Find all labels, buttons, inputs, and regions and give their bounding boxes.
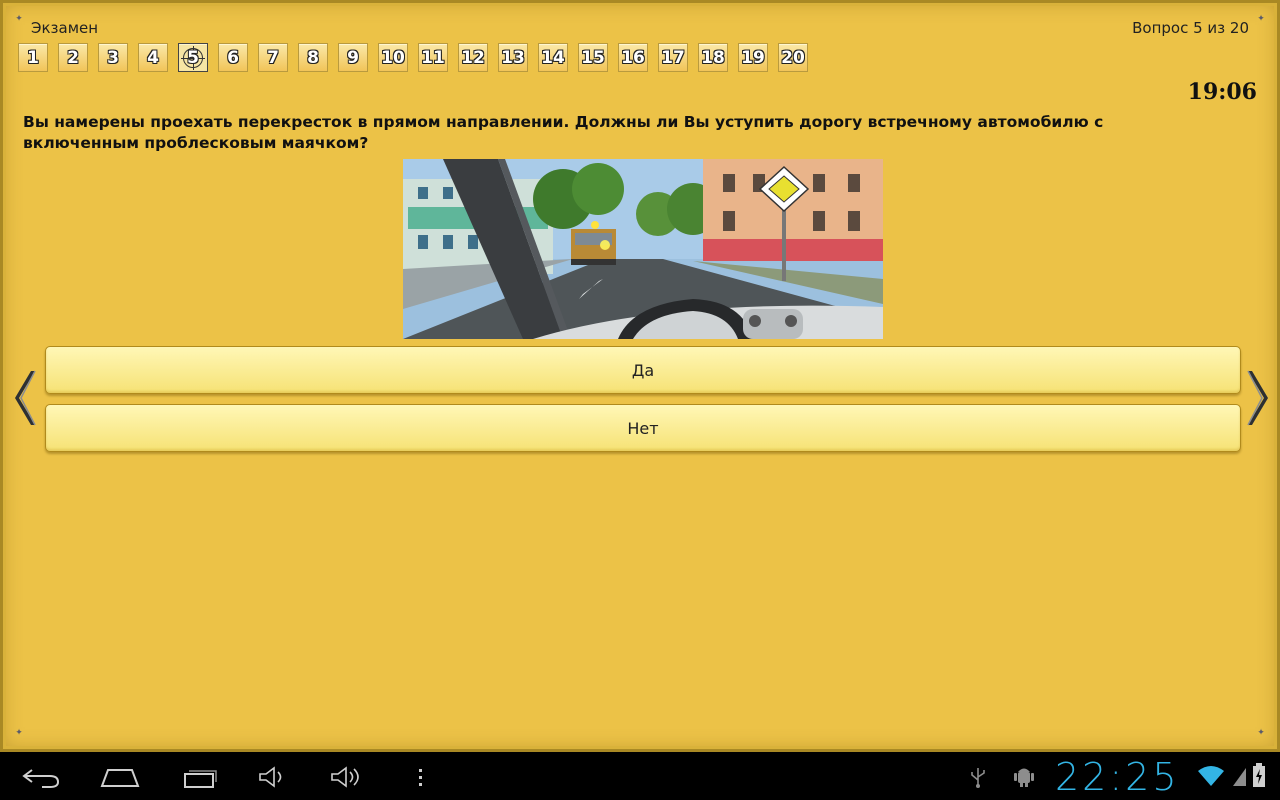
question-nav-label: 19	[741, 47, 765, 68]
question-navigator: 1 2 3 4 5 6 7 8 9 10 11 12 13 14 15 16 17 18 19 20	[18, 43, 818, 72]
next-question-button[interactable]	[1244, 369, 1268, 427]
question-nav-label: 2	[67, 47, 79, 68]
question-nav-item[interactable]: 8	[298, 43, 328, 72]
back-icon[interactable]	[22, 766, 60, 788]
question-nav-label: 10	[381, 47, 405, 68]
question-nav-item[interactable]: 1	[18, 43, 48, 72]
question-nav-label: 1	[27, 47, 39, 68]
answer-option-yes[interactable]: Да	[45, 346, 1241, 394]
system-navigation-bar: 22:25	[0, 752, 1280, 800]
question-nav-label: 9	[347, 47, 359, 68]
question-counter: Вопрос 5 из 20	[1132, 19, 1249, 37]
overflow-menu-icon[interactable]	[416, 766, 426, 788]
recent-apps-icon[interactable]	[183, 766, 219, 788]
home-icon[interactable]	[100, 766, 140, 788]
corner-rivet-icon: ✦	[15, 728, 23, 738]
usb-icon	[971, 768, 985, 788]
question-nav-item[interactable]: 10	[378, 43, 408, 72]
question-nav-label: 3	[107, 47, 119, 68]
question-nav-item[interactable]: 5	[178, 43, 208, 72]
question-nav-label: 13	[501, 47, 525, 68]
screen-title: Экзамен	[31, 19, 99, 37]
chevron-left-icon	[15, 370, 36, 426]
question-nav-label: 7	[267, 47, 279, 68]
question-nav-item[interactable]: 3	[98, 43, 128, 72]
volume-up-icon[interactable]	[330, 766, 364, 788]
question-nav-label: 8	[307, 47, 319, 68]
corner-rivet-icon: ✦	[1257, 14, 1265, 24]
question-nav-label: 17	[661, 47, 685, 68]
question-nav-label: 6	[227, 47, 239, 68]
question-nav-label: 4	[147, 47, 159, 68]
corner-rivet-icon: ✦	[15, 14, 23, 24]
question-nav-item[interactable]: 17	[658, 43, 688, 72]
question-nav-item[interactable]: 19	[738, 43, 768, 72]
question-nav-label: 16	[621, 47, 645, 68]
exam-timer: 19:06	[1187, 79, 1257, 105]
question-nav-item[interactable]: 6	[218, 43, 248, 72]
question-nav-label: 15	[581, 47, 605, 68]
system-clock: 22:25	[1055, 755, 1180, 799]
question-nav-item[interactable]: 14	[538, 43, 568, 72]
question-nav-item[interactable]: 9	[338, 43, 368, 72]
exam-screen: ✦ ✦ ✦ ✦ Экзамен Вопрос 5 из 20 123456789…	[0, 0, 1280, 752]
question-nav-item[interactable]: 7	[258, 43, 288, 72]
question-nav-label: 14	[541, 47, 565, 68]
question-nav-item[interactable]: 4	[138, 43, 168, 72]
question-nav-item[interactable]: 2	[58, 43, 88, 72]
question-nav-item[interactable]: 12	[458, 43, 488, 72]
question-nav-item[interactable]: 16	[618, 43, 648, 72]
question-image	[403, 159, 883, 339]
chevron-right-icon	[1247, 370, 1268, 426]
question-nav-label: 18	[701, 47, 725, 68]
question-text: Вы намерены проехать перекресток в прямо…	[23, 113, 1104, 152]
volume-down-icon[interactable]	[258, 766, 290, 788]
question-nav-item[interactable]: 15	[578, 43, 608, 72]
answer-option-no[interactable]: Нет	[45, 404, 1241, 452]
question-nav-item[interactable]: 20	[778, 43, 808, 72]
question-nav-label: 11	[421, 47, 445, 68]
question-nav-item[interactable]: 11	[418, 43, 448, 72]
battery-charging-icon	[1253, 763, 1265, 787]
question-nav-item[interactable]: 18	[698, 43, 728, 72]
android-debug-icon	[1014, 768, 1034, 787]
prev-question-button[interactable]	[15, 369, 39, 427]
question-nav-label: 20	[781, 47, 805, 68]
wifi-icon	[1198, 766, 1224, 786]
question-nav-label: 12	[461, 47, 485, 68]
question-nav-item[interactable]: 13	[498, 43, 528, 72]
corner-rivet-icon: ✦	[1257, 728, 1265, 738]
signal-icon	[1233, 768, 1246, 786]
question-nav-label: 5	[187, 47, 199, 68]
